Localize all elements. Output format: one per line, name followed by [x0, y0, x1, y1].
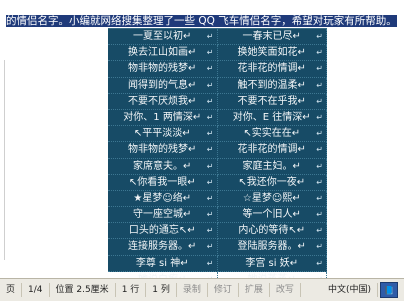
table-cell[interactable]: 家庭主妇。↵ [217, 158, 327, 175]
table-cell[interactable]: ↖实实在在↵ [217, 126, 327, 143]
table-cell[interactable]: 一春末已尽↵ [217, 29, 327, 46]
status-line: 1 行 [116, 283, 147, 297]
table-cell[interactable]: 不要不厌烦我↵ [108, 93, 218, 110]
status-rev[interactable]: 修订 [208, 283, 239, 297]
table-cell[interactable]: 李尊 si 神↵ [108, 255, 218, 272]
table-cell[interactable]: 闻得到的气息↵ [108, 77, 218, 94]
table-cell[interactable]: 不要不在乎我↵ [217, 93, 327, 110]
status-pages: 1/4 [22, 283, 50, 297]
table-cell[interactable]: ☆星梦☺熙↵ [217, 190, 327, 208]
table-cell[interactable]: 登陆服务器。↵ [217, 239, 327, 256]
table-cell[interactable]: 换去江山如画↵ [108, 45, 218, 62]
intro-text-area: 的情侣名字。小编就网络搜集整理了一些 QQ 飞车情侣名字，希望对玩家有所帮助。 [0, 0, 404, 30]
book-icon[interactable]: 📘 [380, 282, 398, 298]
table-cell[interactable]: 家席意夫。↵ [108, 158, 218, 175]
table-cell[interactable]: ↖你看我一眼↵ [108, 174, 218, 191]
table-cell[interactable]: 触不到的温柔↵ [217, 77, 327, 94]
status-bar: 页 1/4 位置 2.5厘米 1 行 1 列 录制 修订 扩展 改写 中文(中国… [0, 278, 404, 301]
table-cell[interactable]: 一夏至以初↵ [108, 29, 218, 46]
table-cell[interactable]: 等一个旧人↵ [217, 207, 327, 224]
intro-line: 的情侣名字。小编就网络搜集整理了一些 QQ 飞车情侣名字，希望对玩家有所帮助。 [6, 15, 397, 27]
table-cell[interactable]: 李宫 si 妖↵ [217, 255, 327, 272]
status-col: 1 列 [146, 283, 177, 297]
names-table: 一夏至以初↵一春末已尽↵换去江山如画↵换她笑面如花↵物非物的残梦↵花非花的情调↵… [108, 28, 327, 288]
table-cell[interactable]: 花非花的情调↵ [217, 61, 327, 78]
table-cell[interactable]: ↖我还你一夜↵ [217, 174, 327, 191]
status-language[interactable]: 中文(中国) [322, 283, 378, 297]
table-cell[interactable]: ↖平平淡淡↵ [108, 126, 218, 143]
table-cell[interactable]: 内心的等待↖↵ [217, 223, 327, 240]
margin-marker [4, 60, 23, 260]
status-ext[interactable]: 扩展 [239, 283, 270, 297]
table-cell[interactable]: 连接服务器。↵ [108, 239, 218, 256]
table-cell[interactable]: 口头的通忘↖↵ [108, 223, 218, 240]
table-cell[interactable]: 对你、E 往情深↵ [217, 109, 327, 127]
status-page: 页 [0, 283, 23, 297]
table-cell[interactable]: ★星梦☺络↵ [108, 190, 218, 208]
table-cell[interactable]: 物非物的残梦↵ [108, 142, 218, 159]
status-position: 位置 2.5厘米 [50, 283, 116, 297]
table-cell[interactable]: 花非花的情调↵ [217, 142, 327, 159]
table-cell[interactable]: 换她笑面如花↵ [217, 45, 327, 62]
status-rec[interactable]: 录制 [177, 283, 208, 297]
table-cell[interactable]: 守一座空城↵ [108, 207, 218, 224]
table-cell[interactable]: 对你、1 两情深↵ [108, 109, 218, 127]
table-cell[interactable]: 物非物的残梦↵ [108, 61, 218, 78]
status-ovr[interactable]: 改写 [270, 283, 301, 297]
